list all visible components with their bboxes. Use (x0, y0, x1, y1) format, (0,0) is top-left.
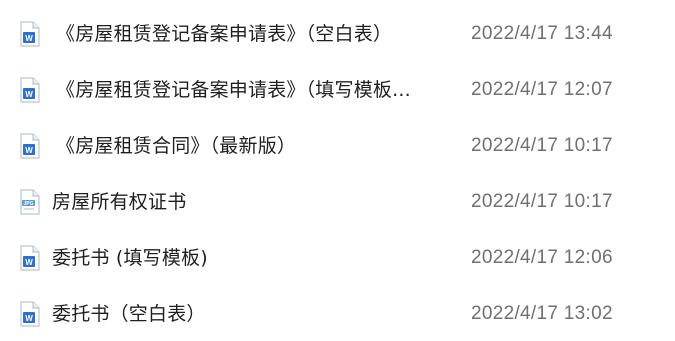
file-row-1[interactable]: W 《房屋租赁登记备案申请表》（填写模板... 2022/4/17 12:07 (0, 70, 675, 110)
image-file-icon: JPG (18, 189, 42, 215)
file-list: W 《房屋租赁登记备案申请表》（空白表） 2022/4/17 13:44 W 《… (0, 0, 675, 341)
svg-text:JPG: JPG (23, 201, 33, 207)
file-row-4[interactable]: W 委托书 (填写模板) 2022/4/17 12:06 (0, 238, 675, 278)
word-doc-icon: W (18, 77, 42, 103)
file-row-0[interactable]: W 《房屋租赁登记备案申请表》（空白表） 2022/4/17 13:44 (0, 14, 675, 54)
file-row-3[interactable]: JPG 房屋所有权证书 2022/4/17 10:17 (0, 182, 675, 222)
word-doc-icon: W (18, 21, 42, 47)
file-date: 2022/4/17 10:17 (471, 191, 613, 212)
svg-text:W: W (25, 314, 33, 323)
file-date: 2022/4/17 10:17 (471, 135, 613, 156)
file-name: 房屋所有权证书 (52, 191, 187, 213)
svg-text:W: W (25, 34, 33, 43)
file-date: 2022/4/17 12:07 (471, 79, 613, 100)
file-name: 委托书 (填写模板) (52, 247, 208, 269)
file-name: 委托书（空白表） (52, 303, 206, 325)
file-row-5[interactable]: W 委托书（空白表） 2022/4/17 13:02 (0, 294, 675, 334)
file-name: 《房屋租赁登记备案申请表》（空白表） (56, 23, 393, 45)
word-doc-icon: W (18, 245, 42, 271)
file-date: 2022/4/17 13:44 (471, 23, 613, 44)
file-date: 2022/4/17 13:02 (471, 303, 613, 324)
file-name: 《房屋租赁登记备案申请表》（填写模板... (56, 79, 411, 101)
svg-text:W: W (25, 146, 33, 155)
file-row-2[interactable]: W 《房屋租赁合同》（最新版） 2022/4/17 10:17 (0, 126, 675, 166)
word-doc-icon: W (18, 301, 42, 327)
file-date: 2022/4/17 12:06 (471, 247, 613, 268)
svg-text:W: W (25, 258, 33, 267)
file-name: 《房屋租赁合同》（最新版） (56, 135, 297, 157)
svg-text:W: W (25, 90, 33, 99)
word-doc-icon: W (18, 133, 42, 159)
